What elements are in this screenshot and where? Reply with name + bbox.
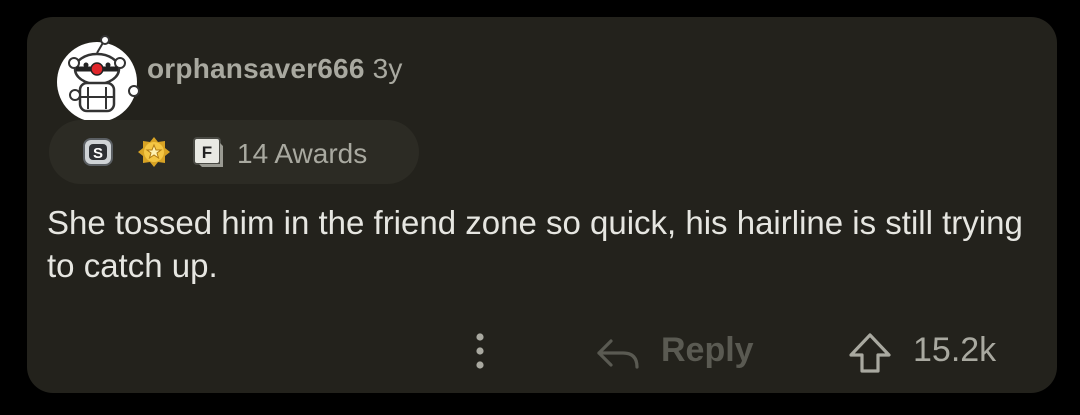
reply-button[interactable]: Reply	[593, 325, 773, 375]
f-award-icon: F	[191, 135, 225, 169]
awards-pill[interactable]: S F 14 Awards	[49, 120, 419, 184]
f-award-letter: F	[202, 143, 212, 162]
comment-card: orphansaver666 3y S F 14 Awards She toss…	[27, 17, 1057, 393]
awards-count-label: 14 Awards	[237, 138, 368, 169]
username-link[interactable]: orphansaver666	[147, 53, 365, 84]
vertical-ellipsis-icon	[476, 333, 484, 369]
gold-star-award-icon	[137, 135, 171, 169]
reply-arrow-icon	[597, 339, 639, 369]
comment-header: orphansaver666 3y	[147, 53, 403, 85]
more-options-button[interactable]	[467, 329, 493, 373]
silver-award-icon: S	[81, 135, 115, 169]
vote-count: 15.2k	[913, 331, 997, 369]
comment-age: 3y	[372, 53, 403, 84]
upvote-button[interactable]: 15.2k	[845, 325, 1025, 375]
upvote-arrow-icon	[849, 333, 891, 373]
comment-body: She tossed him in the friend zone so qui…	[47, 204, 1023, 284]
reply-label: Reply	[661, 331, 754, 369]
silver-award-letter: S	[93, 145, 103, 162]
